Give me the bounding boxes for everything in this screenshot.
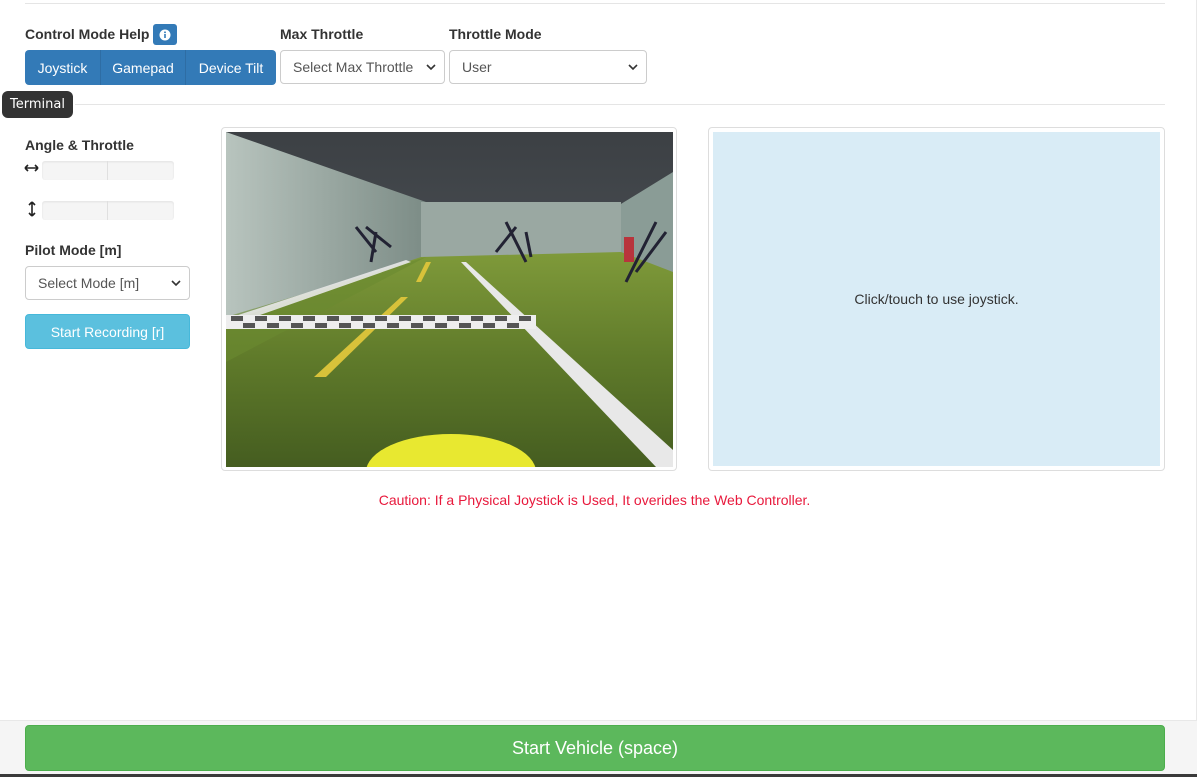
camera-feed — [221, 127, 677, 471]
pilot-mode-value: Select Mode [m] — [38, 275, 140, 291]
throttle-mode-label: Throttle Mode — [449, 26, 542, 42]
chevron-down-icon — [426, 64, 436, 71]
throttle-mode-value: User — [462, 59, 492, 75]
max-throttle-select[interactable]: Select Max Throttle — [280, 50, 445, 84]
angle-bar — [42, 161, 174, 180]
joystick-pad-container: Click/touch to use joystick. — [708, 127, 1165, 471]
pilot-mode-select[interactable]: Select Mode [m] — [25, 266, 190, 300]
camera-image — [226, 132, 673, 467]
max-throttle-label: Max Throttle — [280, 26, 364, 42]
start-recording-button[interactable]: Start Recording [r] — [25, 314, 190, 349]
joystick-pad-text: Click/touch to use joystick. — [854, 291, 1019, 307]
angle-throttle-label: Angle & Throttle — [25, 137, 134, 153]
caution-message: Caution: If a Physical Joystick is Used,… — [378, 492, 811, 508]
control-mode-group: Joystick Gamepad Device Tilt — [25, 50, 276, 85]
control-mode-help-button[interactable] — [153, 24, 177, 45]
mode-device-tilt-button[interactable]: Device Tilt — [186, 50, 276, 85]
vertical-arrow-icon — [27, 201, 37, 220]
info-icon — [159, 29, 171, 40]
chevron-down-icon — [171, 280, 181, 287]
max-throttle-value: Select Max Throttle — [293, 59, 414, 75]
throttle-mode-select[interactable]: User — [449, 50, 647, 84]
mode-joystick-button[interactable]: Joystick — [25, 50, 101, 85]
horizontal-arrow-icon — [24, 161, 39, 177]
start-vehicle-button[interactable]: Start Vehicle (space) — [25, 725, 1165, 771]
chevron-down-icon — [628, 64, 638, 71]
terminal-tooltip: Terminal — [2, 91, 73, 118]
control-mode-label: Control Mode Help — [25, 26, 150, 42]
throttle-bar — [42, 201, 174, 220]
top-divider — [25, 3, 1165, 4]
joystick-pad[interactable]: Click/touch to use joystick. — [713, 132, 1160, 466]
pilot-mode-label: Pilot Mode [m] — [25, 242, 122, 258]
mode-gamepad-button[interactable]: Gamepad — [101, 50, 186, 85]
section-divider — [75, 104, 1165, 105]
